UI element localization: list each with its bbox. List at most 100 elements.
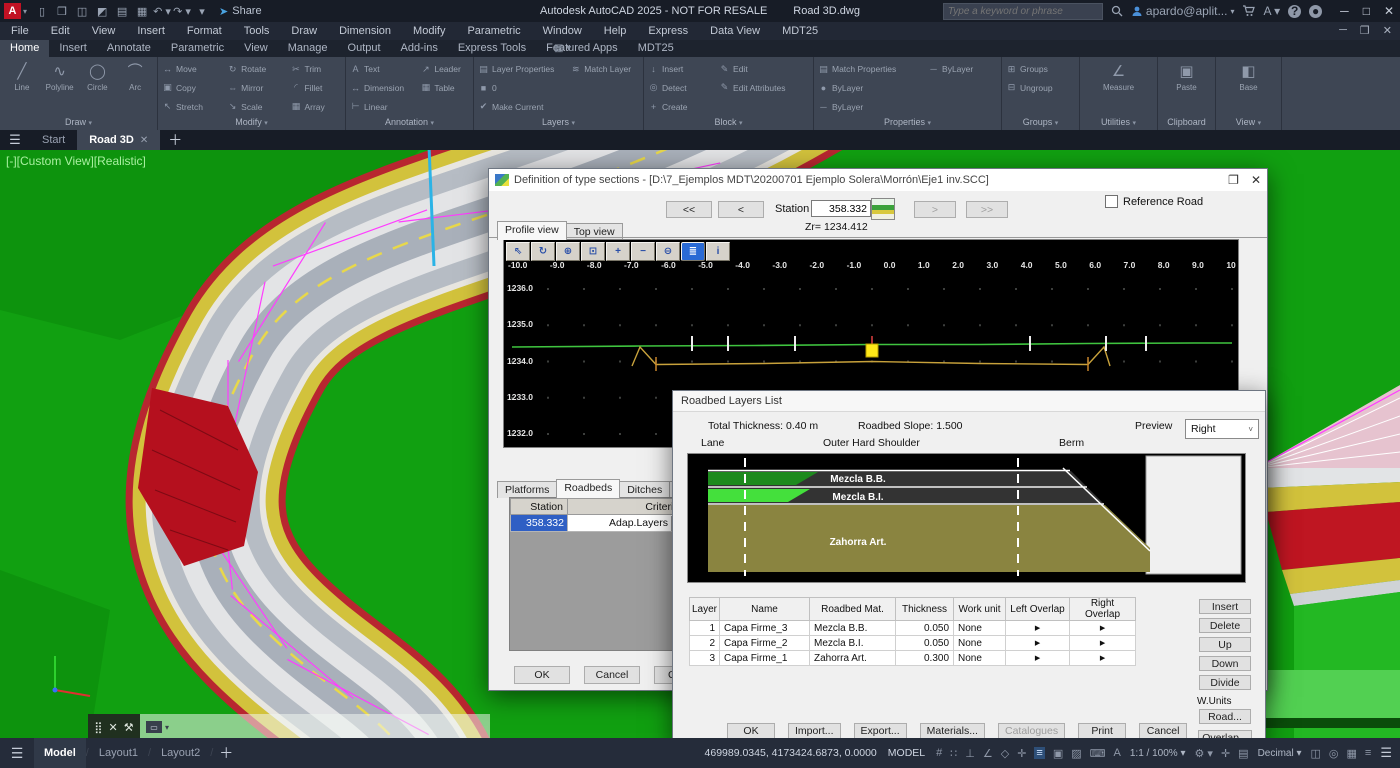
column-header[interactable]: Roadbed Mat. [810, 598, 896, 621]
dialog-button[interactable]: Print [1078, 723, 1126, 739]
road-button[interactable]: Road... [1199, 709, 1251, 724]
section-tab[interactable]: Ditches [619, 481, 670, 498]
ribbon-button[interactable]: AText [350, 60, 412, 79]
last-station-button[interactable]: >> [966, 201, 1008, 218]
space-indicator[interactable]: MODEL [888, 747, 925, 759]
command-line-bar[interactable]: ⣿ ✕ ⚒ ▭ ▾ [88, 714, 490, 740]
share-button[interactable]: ➤ Share [219, 5, 262, 18]
ribbon-button[interactable]: ▤Match Properties [818, 60, 920, 79]
side-button[interactable]: Up [1199, 637, 1251, 652]
close-button[interactable]: ✕ [1384, 4, 1394, 18]
dialog-button[interactable]: OK [727, 723, 775, 739]
chart-tool-button[interactable]: i [706, 242, 730, 261]
menu-item[interactable]: Modify [402, 25, 456, 37]
ribbon-button[interactable]: ▣Paste [1169, 60, 1205, 116]
maximize-button[interactable]: □ [1363, 4, 1370, 18]
panel-label[interactable]: Properties ▾ [814, 116, 1001, 130]
ribbon-button[interactable]: ■0 [478, 79, 562, 98]
ribbon-tab[interactable]: Featured Apps [536, 40, 628, 57]
panel-label[interactable]: Draw ▾ [0, 116, 157, 130]
statusbar-icon[interactable]: ≡ [1365, 747, 1371, 759]
chart-tool-button[interactable]: ⊖ [656, 242, 680, 261]
dialog-title-bar[interactable]: Definition of type sections - [D:\7_Ejem… [489, 169, 1267, 191]
cancel-button[interactable]: Cancel [584, 666, 640, 684]
menu-item[interactable]: Parametric [456, 25, 531, 37]
ribbon-button[interactable]: ◎Detect [648, 79, 711, 98]
ribbon-button[interactable]: ✎Edit Attributes [719, 79, 809, 98]
side-button[interactable]: Down [1199, 656, 1251, 671]
right-overlap-button[interactable]: ▶ [1070, 621, 1136, 636]
ribbon-button[interactable]: ✔Make Current [478, 97, 562, 116]
ribbon-button[interactable]: ↓Insert [648, 60, 711, 79]
statusbar-icon[interactable]: ▤ [1238, 747, 1248, 760]
station-marker[interactable] [866, 344, 878, 357]
autodesk-app-icon[interactable]: A ▾ [1263, 4, 1280, 18]
qat-icon[interactable]: ▯ [33, 5, 51, 18]
statusbar-icon[interactable]: ◫ [1311, 747, 1321, 760]
ribbon-button[interactable]: ⌒Arc [117, 60, 153, 116]
dialog-close-button[interactable]: ✕ [1251, 173, 1261, 187]
ribbon-button[interactable]: ∠Measure [1101, 60, 1137, 116]
command-bar-grip[interactable]: ⣿ ✕ ⚒ [88, 714, 140, 740]
layer-row[interactable]: 3 Capa Firme_1 Zahorra Art. 0.300 None ▶… [690, 651, 1136, 666]
panel-label[interactable]: Modify ▾ [158, 116, 345, 130]
ribbon-button[interactable]: ◯Circle [80, 60, 116, 116]
layer-row[interactable]: 1 Capa Firme_3 Mezcla B.B. 0.050 None ▶ … [690, 621, 1136, 636]
qat-icon[interactable]: ↶ ▾ [153, 5, 171, 18]
statusbar-icon[interactable]: ▦ [1347, 747, 1357, 760]
first-station-button[interactable]: << [666, 201, 712, 218]
menu-item[interactable]: Dimension [328, 25, 402, 37]
statusbar-menu-icon[interactable]: ☰ [0, 745, 34, 762]
notification-icon[interactable]: ● [1309, 5, 1322, 18]
ribbon-button[interactable]: ↗Leader [420, 60, 469, 79]
ribbon-button[interactable]: ▦Table [420, 79, 469, 98]
panel-label[interactable]: Utilities ▾ [1080, 116, 1157, 130]
ribbon-button[interactable]: ↔Dimension [350, 79, 412, 98]
ribbon-tab[interactable]: Insert [49, 40, 97, 57]
units-button[interactable]: Decimal ▾ [1258, 748, 1302, 759]
new-tab-button[interactable]: ＋ [168, 130, 182, 150]
model-tab[interactable]: Model [34, 738, 86, 768]
minimize-button[interactable]: ─ [1340, 4, 1349, 18]
layout1-tab[interactable]: Layout1 [89, 738, 148, 768]
panel-label[interactable]: View ▾ [1216, 116, 1281, 130]
ribbon-button[interactable]: ∿Polyline [42, 60, 78, 116]
dialog-title-bar[interactable]: Roadbed Layers List [673, 391, 1265, 412]
menu-item[interactable]: File [0, 25, 40, 37]
statusbar-icon[interactable]: ◇ [1001, 747, 1009, 760]
ribbon-button[interactable]: ◧Base [1231, 60, 1267, 116]
ribbon-button[interactable]: +Create [648, 97, 711, 116]
statusbar-icon[interactable]: ⊥ [965, 747, 975, 760]
statusbar-icon[interactable]: ⚙ ▾ [1195, 747, 1213, 760]
statusbar-icon[interactable]: ∷ [950, 747, 957, 760]
column-header[interactable]: Right Overlap [1070, 598, 1136, 621]
dialog-button[interactable]: Materials... [920, 723, 985, 739]
section-tab[interactable]: Roadbeds [556, 479, 620, 498]
ribbon-button[interactable]: ╱Line [4, 60, 40, 116]
ribbon-button[interactable]: ▤Layer Properties [478, 60, 562, 79]
statusbar-icon[interactable]: ≡ [1034, 747, 1044, 759]
layers-table[interactable]: LayerNameRoadbed Mat.ThicknessWork unitL… [689, 597, 1136, 666]
command-input[interactable]: ▭ ▾ [140, 714, 490, 740]
menu-item[interactable]: Format [176, 25, 233, 37]
layout2-tab[interactable]: Layout2 [151, 738, 210, 768]
menu-item[interactable]: Draw [280, 25, 328, 37]
ribbon-button[interactable]: ≋Match Layer [570, 60, 639, 79]
checkbox-icon[interactable] [1105, 195, 1118, 208]
column-header[interactable]: Work unit [954, 598, 1006, 621]
customize-wrench-icon[interactable]: ⚒ [124, 721, 134, 734]
left-overlap-button[interactable]: ▶ [1006, 651, 1070, 666]
statusbar-icon[interactable]: ✛ [1017, 747, 1026, 760]
dialog-maximize-button[interactable]: ❐ [1228, 173, 1239, 187]
ribbon-button[interactable]: ⊢Linear [350, 97, 412, 116]
ribbon-button[interactable]: ↘Scale [227, 97, 282, 116]
ribbon-tab[interactable]: Home [0, 40, 49, 57]
ribbon-button[interactable]: ⊞Groups [1006, 60, 1075, 79]
statusbar-icon[interactable]: ▨ [1071, 747, 1081, 760]
column-header[interactable]: Layer [690, 598, 720, 621]
layer-row[interactable]: 2 Capa Firme_2 Mezcla B.I. 0.050 None ▶ … [690, 636, 1136, 651]
file-tab-start[interactable]: Start [30, 130, 77, 150]
ribbon-tab[interactable]: Express Tools [448, 40, 536, 57]
app-store-cart-icon[interactable] [1242, 5, 1255, 17]
side-button[interactable]: Divide [1199, 675, 1251, 690]
